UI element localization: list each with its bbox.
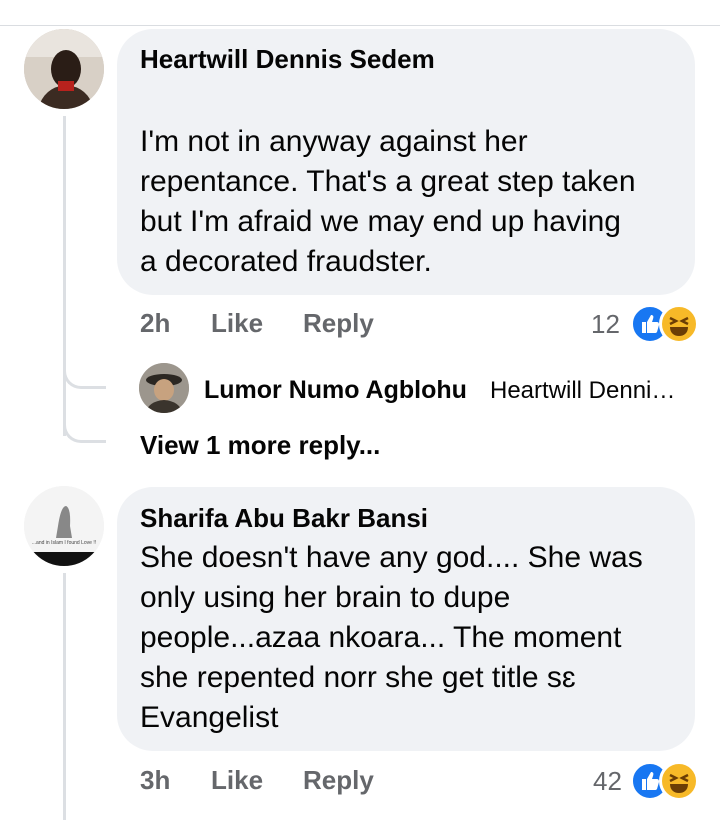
like-button[interactable]: Like — [211, 765, 263, 796]
profile-photo-icon — [139, 363, 189, 413]
comment-text-line: a decorated fraudster. — [140, 245, 432, 278]
reply-preview-text[interactable]: Heartwill Denni… — [490, 377, 675, 405]
reaction-count[interactable]: 42 — [593, 766, 622, 797]
thread-line — [63, 573, 66, 820]
avatar[interactable]: ...and in Islam I found Love !! — [24, 486, 104, 566]
comment-text-line: Evangelist — [140, 701, 279, 734]
comment-author[interactable]: Sharifa Abu Bakr Bansi — [140, 503, 428, 534]
haha-icon — [659, 761, 699, 801]
comment-text-line: people...azaa nkoara... The moment — [140, 621, 622, 654]
thread-line — [63, 116, 66, 436]
comment-author[interactable]: Heartwill Dennis Sedem — [140, 44, 435, 75]
comment-text: She doesn't have any god.... She was onl… — [140, 538, 680, 738]
comment-text: I'm not in anyway against her repentance… — [140, 122, 680, 282]
profile-photo-icon — [24, 486, 104, 566]
profile-photo-icon — [24, 29, 104, 109]
comment-text-line: only using her brain to dupe — [140, 581, 511, 614]
comment-text-line: I'm not in anyway against her — [140, 125, 528, 158]
comment-time[interactable]: 3h — [140, 765, 170, 796]
view-more-replies-link[interactable]: View 1 more reply... — [140, 430, 380, 461]
thread-connector — [63, 418, 106, 443]
reaction-count[interactable]: 12 — [591, 309, 620, 340]
thread-connector — [63, 364, 106, 389]
reply-button[interactable]: Reply — [303, 308, 374, 339]
comment-time[interactable]: 2h — [140, 308, 170, 339]
avatar-caption: ...and in Islam I found Love !! — [31, 540, 97, 546]
avatar[interactable] — [24, 29, 104, 109]
reply-avatar[interactable] — [139, 363, 189, 413]
like-button[interactable]: Like — [211, 308, 263, 339]
haha-icon — [659, 304, 699, 344]
reply-button[interactable]: Reply — [303, 765, 374, 796]
comment-text-line: She doesn't have any god.... She was — [140, 541, 643, 574]
reply-author[interactable]: Lumor Numo Agblohu — [204, 376, 467, 405]
top-divider — [0, 25, 720, 26]
comment-text-line: she repented norr she get title sɛ — [140, 661, 576, 694]
comment-text-line: repentance. That's a great step taken — [140, 165, 636, 198]
comment-text-line: but I'm afraid we may end up having — [140, 205, 621, 238]
